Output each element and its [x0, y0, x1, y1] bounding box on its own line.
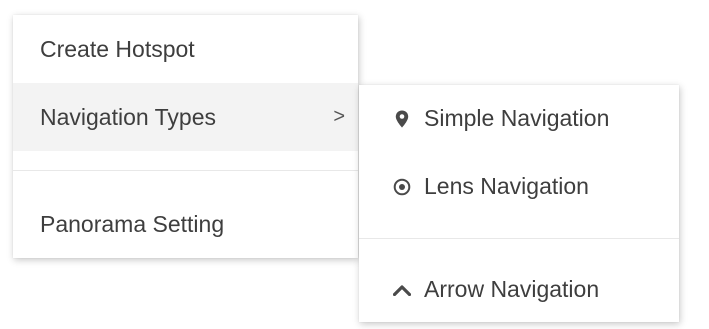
chevron-right-icon: >: [333, 105, 345, 128]
map-pin-icon: [392, 109, 412, 129]
submenu-item-label: Simple Navigation: [424, 105, 610, 131]
target-circle-icon: [392, 177, 412, 197]
menu-item-label: Navigation Types: [40, 103, 217, 130]
submenu-item-simple-navigation[interactable]: Simple Navigation: [359, 85, 679, 152]
menu-divider: [13, 170, 358, 171]
menu-item-create-hotspot[interactable]: Create Hotspot: [13, 15, 358, 83]
menu-item-navigation-types[interactable]: Navigation Types >: [13, 83, 358, 151]
submenu-item-label: Lens Navigation: [424, 173, 589, 199]
submenu-item-label: Arrow Navigation: [424, 276, 600, 302]
submenu-item-arrow-navigation[interactable]: Arrow Navigation: [359, 257, 679, 322]
submenu-item-lens-navigation[interactable]: Lens Navigation: [359, 152, 679, 221]
menu-item-label: Panorama Setting: [40, 210, 225, 237]
menu-item-panorama-setting[interactable]: Panorama Setting: [13, 189, 358, 259]
menu-item-label: Create Hotspot: [40, 35, 195, 62]
chevron-up-icon: [392, 280, 412, 300]
menu-divider: [359, 238, 679, 239]
submenu-navigation-types: Simple Navigation Lens Navigation Arrow …: [359, 85, 679, 322]
context-menu: Create Hotspot Navigation Types > Panora…: [13, 15, 358, 258]
